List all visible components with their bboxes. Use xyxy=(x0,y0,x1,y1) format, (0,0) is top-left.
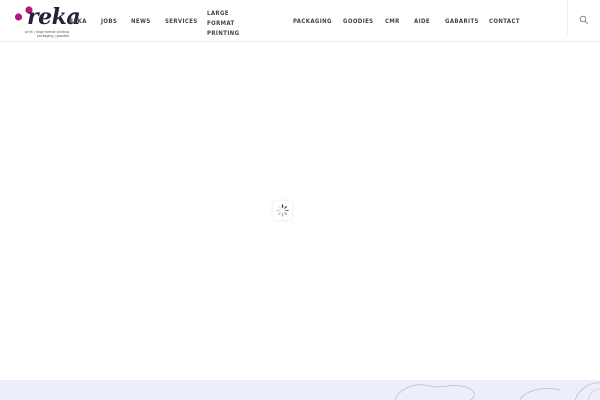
nav-item-aide[interactable]: AIDE xyxy=(414,18,430,25)
search-icon[interactable] xyxy=(579,12,589,25)
nav-item-gabarits[interactable]: GABARITS xyxy=(445,18,479,25)
nav-item-large-format-printing[interactable]: LARGE FORMAT PRINTING xyxy=(207,9,257,39)
loading-spinner xyxy=(273,201,292,220)
spinner-icon xyxy=(276,204,289,217)
footer-decoration xyxy=(394,382,600,400)
nav-item-reka[interactable]: REKA xyxy=(69,18,87,25)
nav-item-news[interactable]: NEWS xyxy=(131,18,151,25)
logo-tagline-line2: packaging | goodies xyxy=(37,34,69,38)
logo-tagline: print | large format printing packaging … xyxy=(23,30,69,38)
nav-item-services[interactable]: SERVICES xyxy=(165,18,198,25)
nav-item-cmr[interactable]: CMR xyxy=(385,18,400,25)
nav-item-packaging[interactable]: PACKAGING xyxy=(293,18,332,25)
nav-item-goodies[interactable]: GOODIES xyxy=(343,18,373,25)
footer-band xyxy=(0,380,600,400)
site-header: reka print | large format printing packa… xyxy=(0,0,600,42)
logo[interactable]: reka print | large format printing packa… xyxy=(13,3,81,41)
header-divider xyxy=(567,0,568,34)
nav-item-contact[interactable]: CONTACT xyxy=(489,18,520,25)
nav-item-jobs[interactable]: JOBS xyxy=(101,18,117,25)
